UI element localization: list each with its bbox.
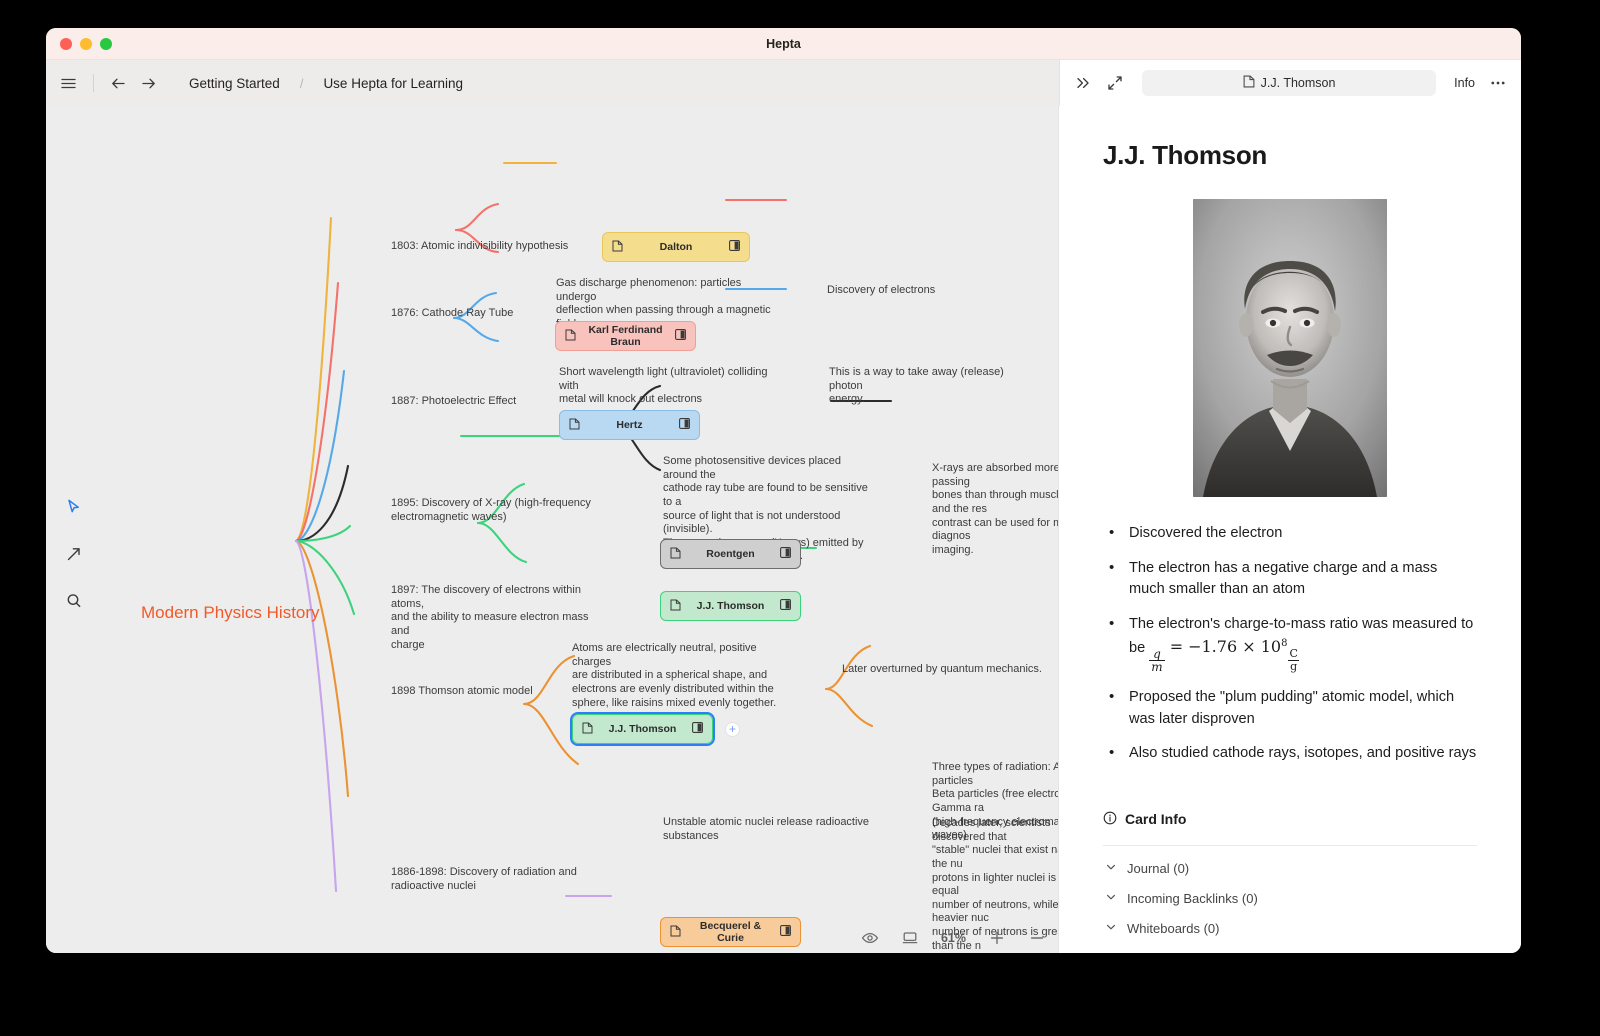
window-title: Hepta (46, 37, 1521, 51)
detail-panel-header: J.J. Thomson Info (1059, 60, 1521, 106)
breadcrumb-item-1[interactable]: Use Hepta for Learning (323, 76, 463, 91)
arrow-right-icon[interactable] (140, 75, 157, 92)
branch-note-6[interactable]: Unstable atomic nuclei release radioacti… (663, 816, 878, 843)
split-panel-icon[interactable] (780, 925, 791, 939)
zoom-in-button[interactable] (988, 929, 1006, 947)
node-card-hertz[interactable]: Hertz (559, 410, 700, 440)
branch-note-2[interactable]: Short wavelength light (ultraviolet) col… (559, 366, 779, 407)
node-title: Hertz (580, 419, 679, 431)
document-tab-label: J.J. Thomson (1261, 76, 1336, 90)
list-item: Proposed the "plum pudding" atomic model… (1103, 687, 1477, 730)
chevron-down-icon[interactable] (1105, 861, 1117, 876)
split-panel-icon[interactable] (679, 418, 690, 432)
unit-coulomb-per-gram: Cg (1287, 648, 1299, 672)
fraction-q-over-m: qm (1149, 648, 1164, 674)
document-icon (670, 599, 681, 614)
split-panel-icon[interactable] (729, 240, 740, 254)
section-label: Incoming Backlinks (0) (1127, 891, 1258, 906)
node-title: Roentgen (681, 548, 780, 560)
add-child-button[interactable]: + (725, 722, 740, 737)
hamburger-icon[interactable] (60, 75, 77, 92)
app-body: Modern Physics History 1803: Atomic indi… (46, 106, 1521, 953)
info-circle-icon (1103, 811, 1117, 828)
node-card-dalton[interactable]: Dalton (602, 232, 750, 262)
section-journal[interactable]: Journal (0) (1103, 846, 1477, 876)
document-tab[interactable]: J.J. Thomson (1142, 70, 1436, 96)
node-card-braun[interactable]: Karl Ferdinand Braun (555, 321, 696, 351)
expand-diagonal-icon[interactable] (1106, 74, 1124, 92)
card-info-label: Card Info (1125, 811, 1186, 827)
branch-label-6[interactable]: 1886-1898: Discovery of radiation and ra… (391, 866, 591, 893)
mindmap-root-label[interactable]: Modern Physics History (141, 603, 320, 623)
present-icon[interactable] (901, 929, 919, 947)
mindmap-canvas[interactable]: Modern Physics History 1803: Atomic indi… (46, 106, 1058, 953)
card-info-header: Card Info (1103, 811, 1477, 828)
node-title: J.J. Thomson (593, 723, 692, 735)
node-title: Dalton (623, 241, 729, 253)
branch-label-0[interactable]: 1803: Atomic indivisibility hypothesis (391, 240, 568, 254)
bullet-list: Discovered the electron The electron has… (1103, 523, 1477, 765)
branch-note-tail-1[interactable]: Discovery of electrons (827, 284, 1047, 298)
detail-panel-body: J.J. Thomson (1059, 106, 1521, 936)
list-item: Discovered the electron (1103, 523, 1477, 545)
branch-note-5[interactable]: Atoms are electrically neutral, positive… (572, 642, 797, 710)
split-panel-icon[interactable] (692, 722, 703, 736)
app-window: Hepta Getting Started / Use Hepta for Le… (46, 28, 1521, 953)
document-icon (612, 240, 623, 255)
page-title: J.J. Thomson (1103, 140, 1477, 171)
branch-label-2[interactable]: 1887: Photoelectric Effect (391, 395, 516, 409)
node-title: Karl Ferdinand Braun (576, 324, 675, 348)
eye-icon[interactable] (861, 929, 879, 947)
node-card-roentgen[interactable]: Roentgen (660, 539, 801, 569)
branch-note-tail-3[interactable]: X-rays are absorbed more when passing bo… (932, 462, 1058, 557)
info-button[interactable]: Info (1454, 76, 1475, 90)
document-icon (670, 925, 681, 940)
document-icon (565, 329, 576, 344)
mindmap-connectors (46, 106, 1058, 953)
section-incoming-backlinks[interactable]: Incoming Backlinks (0) (1103, 876, 1477, 906)
section-label: Journal (0) (1127, 861, 1189, 876)
breadcrumb-separator: / (300, 76, 304, 91)
branch-label-3[interactable]: 1895: Discovery of X-ray (high-frequency… (391, 497, 601, 524)
detail-panel: J.J. Thomson Info J.J. Thomson (1058, 106, 1521, 953)
math-relation: = (1170, 637, 1183, 656)
node-title: J.J. Thomson (681, 600, 780, 612)
zoom-level: 61% (941, 931, 966, 945)
canvas-bottom-bar: 61% (861, 929, 1046, 947)
chevron-down-icon[interactable] (1105, 921, 1117, 936)
split-panel-icon[interactable] (780, 599, 791, 613)
expand-chevrons-icon[interactable] (1074, 74, 1092, 92)
section-label: Whiteboards (0) (1127, 921, 1219, 936)
section-whiteboards[interactable]: Whiteboards (0) (1103, 906, 1477, 936)
list-item-math: The electron's charge-to-mass ratio was … (1103, 614, 1477, 674)
node-title: Becquerel & Curie (681, 920, 780, 944)
branch-label-5[interactable]: 1898 Thomson atomic model (391, 685, 533, 699)
branch-note-tail-2[interactable]: This is a way to take away (release) pho… (829, 366, 1039, 407)
title-bar: Hepta (46, 28, 1521, 60)
breadcrumb-item-0[interactable]: Getting Started (189, 76, 280, 91)
branch-label-4[interactable]: 1897: The discovery of electrons within … (391, 584, 596, 652)
branch-note-tail-5[interactable]: Later overturned by quantum mechanics. (842, 663, 1042, 677)
document-icon (1243, 75, 1255, 91)
arrow-left-icon[interactable] (110, 75, 127, 92)
node-card-becquerel-curie[interactable]: Becquerel & Curie (660, 917, 801, 947)
portrait-image (1193, 199, 1387, 497)
list-item: Also studied cathode rays, isotopes, and… (1103, 743, 1477, 765)
node-card-thomson-1897[interactable]: J.J. Thomson (660, 591, 801, 621)
zoom-out-button[interactable] (1028, 929, 1046, 947)
document-icon (670, 547, 681, 562)
toolbar-divider (93, 74, 94, 92)
chevron-down-icon[interactable] (1105, 891, 1117, 906)
node-card-thomson-1898-selected[interactable]: J.J. Thomson (572, 714, 713, 744)
document-icon (582, 722, 593, 737)
split-panel-icon[interactable] (780, 547, 791, 561)
split-panel-icon[interactable] (675, 329, 686, 343)
math-value: −1.76 × 10 (1188, 637, 1281, 656)
ellipsis-icon[interactable] (1489, 74, 1507, 92)
list-item: The electron has a negative charge and a… (1103, 558, 1477, 601)
branch-label-1[interactable]: 1876: Cathode Ray Tube (391, 307, 513, 321)
document-icon (569, 418, 580, 433)
